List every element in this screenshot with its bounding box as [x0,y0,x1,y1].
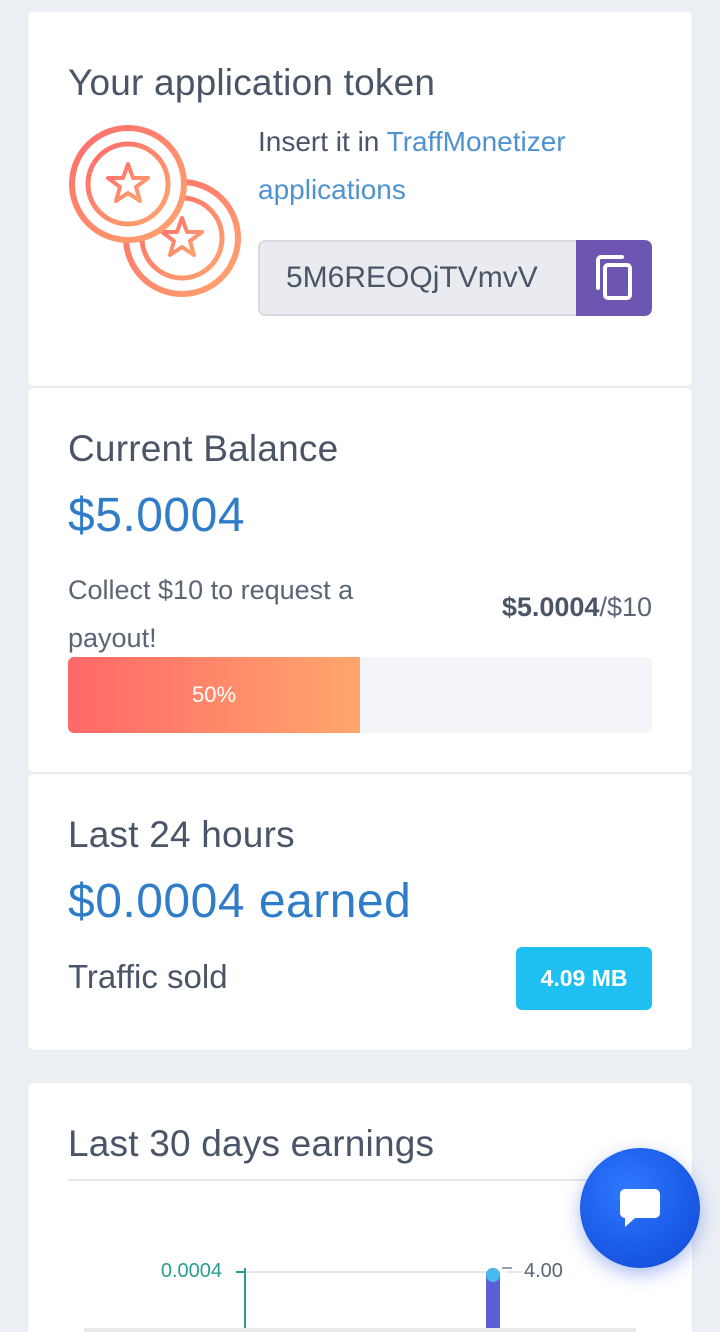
right-axis-tick-label: 4.00 [524,1260,563,1282]
progress-label: 50% [191,682,237,707]
copy-token-button[interactable] [576,240,652,316]
token-card-title: Your application token [68,62,436,103]
title-divider [68,1179,652,1181]
left-axis-tick-label: 0.0004 [161,1260,222,1282]
traffic-sold-badge: 4.09 MB [516,947,652,1010]
token-field[interactable]: 5M6REOQjTVmvV [258,240,576,316]
traffic-sold-label: Traffic sold [68,958,228,995]
last-30-days-title: Last 30 days earnings [68,1123,435,1164]
chat-button[interactable] [580,1148,700,1268]
last-24-hours-title: Last 24 hours [68,814,295,855]
payout-progress-bar: 50% [68,657,652,733]
balance-card-title: Current Balance [68,428,339,469]
payout-progress-fill: 50% [68,657,360,733]
coins-star-icon [69,125,241,297]
token-field-group: 5M6REOQjTVmvV [258,240,652,316]
chart-bar-highlight [486,1268,500,1282]
collect-payout-text: Collect $10 to request a payout! [68,575,354,653]
balance-ratio: $5.0004/$10 [502,592,652,623]
chat-bubble-icon [620,1189,660,1227]
balance-ratio-current: $5.0004 [501,592,600,622]
copy-icon [596,255,632,300]
chart-baseline [84,1328,636,1332]
balance-card: Current Balance $5.0004 Collect $10 to r… [28,388,692,772]
balance-ratio-target: /$10 [599,592,652,622]
instruction-prefix: Insert it in [258,126,380,157]
token-instructions: Insert it in TraffMonetizer applications [258,118,678,214]
last-24-hours-card: Last 24 hours $0.0004 earned Traffic sol… [28,774,692,1050]
token-card: Your application token Insert it in Traf… [28,12,692,386]
earned-24h-value: $0.0004 earned [68,875,412,928]
current-balance-value: $5.0004 [68,489,246,542]
